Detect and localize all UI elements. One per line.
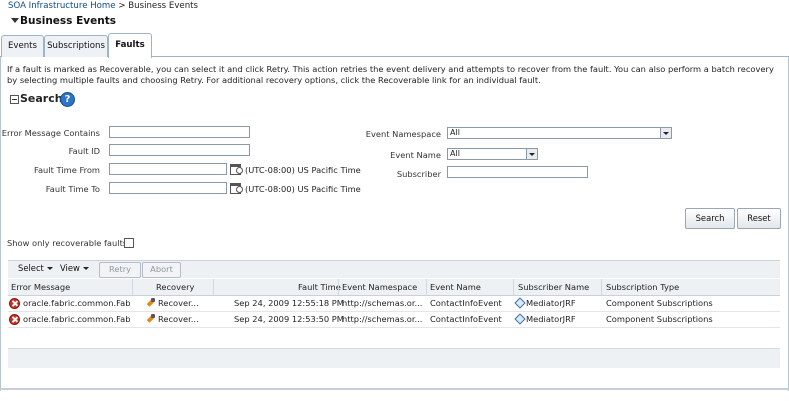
faults-description: If a fault is marked as Recoverable, you… <box>7 64 774 85</box>
recoverable-filter-label: Show only recoverable faults <box>7 238 128 248</box>
event-namespace-cell: http://schemas.or... <box>342 314 423 324</box>
error-icon <box>9 314 20 325</box>
page-header: Business Events <box>0 11 789 31</box>
subscriber-input[interactable] <box>447 166 588 178</box>
error-message-link[interactable]: oracle.fabric.common.Fabri <box>23 298 131 308</box>
error-message-link[interactable]: oracle.fabric.common.Fabri <box>23 314 131 324</box>
error-message-label: Error Message Contains <box>1 128 100 138</box>
col-event-name[interactable]: Event Name <box>430 282 481 292</box>
table-footer <box>8 348 780 368</box>
col-recovery[interactable]: Recovery <box>156 282 194 292</box>
subscriber-link[interactable]: MediatorJRF <box>526 314 576 324</box>
mediator-icon <box>515 314 525 324</box>
fault-time-to-label: Fault Time To <box>45 184 100 194</box>
chevron-down-icon <box>526 149 537 159</box>
breadcrumb-current: Business Events <box>128 1 198 11</box>
error-icon <box>9 298 20 309</box>
select-menu[interactable]: Select <box>18 263 53 273</box>
fault-time-to-input[interactable] <box>109 182 227 194</box>
col-event-namespace[interactable]: Event Namespace <box>342 282 417 292</box>
abort-button[interactable]: Abort <box>142 262 181 278</box>
mediator-icon <box>515 298 525 308</box>
subscriber-label: Subscriber <box>396 169 441 179</box>
event-name-value: All <box>450 149 460 158</box>
table-toolbar: Select View Retry Abort <box>8 260 780 278</box>
breadcrumb: SOA Infrastructure Home > Business Event… <box>8 1 198 11</box>
tab-subscriptions[interactable]: Subscriptions <box>44 35 108 57</box>
fault-time-from-label: Fault Time From <box>33 165 100 175</box>
search-title: Search <box>20 92 63 105</box>
col-subscriber-name[interactable]: Subscriber Name <box>518 282 589 292</box>
event-namespace-select[interactable]: All <box>447 127 672 139</box>
retry-button[interactable]: Retry <box>99 262 141 278</box>
breadcrumb-separator: > <box>118 1 126 11</box>
fault-id-label: Fault ID <box>68 146 100 156</box>
page-title: Business Events <box>20 15 116 27</box>
content-frame <box>0 57 789 391</box>
recoverable-filter-checkbox[interactable] <box>124 238 134 248</box>
breadcrumb-home-link[interactable]: SOA Infrastructure Home <box>8 1 116 11</box>
event-name-cell: ContactInfoEvent <box>430 298 502 308</box>
search-button[interactable]: Search <box>685 208 735 229</box>
calendar-icon[interactable] <box>230 163 243 175</box>
tab-events[interactable]: Events <box>1 35 44 57</box>
collapse-minus-icon[interactable] <box>10 95 19 104</box>
col-fault-time[interactable]: Fault Time <box>298 282 341 292</box>
select-menu-label: Select <box>18 263 44 273</box>
event-name-select[interactable]: All <box>447 148 538 160</box>
table-row[interactable]: oracle.fabric.common.Fabri Recover... Se… <box>8 312 780 328</box>
subscription-type-cell: Component Subscriptions <box>606 298 713 308</box>
help-icon[interactable]: ? <box>60 92 75 107</box>
subscriber-link[interactable]: MediatorJRF <box>526 298 576 308</box>
recovery-icon <box>146 298 156 308</box>
reset-button[interactable]: Reset <box>737 208 781 229</box>
fault-time-cell: Sep 24, 2009 12:55:18 PM <box>234 298 344 308</box>
col-error-message[interactable]: Error Message <box>11 282 70 292</box>
timezone-to-label: (UTC-08:00) US Pacific Time <box>245 184 361 194</box>
fault-time-from-input[interactable] <box>109 163 227 175</box>
event-name-label: Event Name <box>390 150 441 160</box>
error-message-input[interactable] <box>109 126 250 138</box>
table-header: Error Message Recovery Fault Time Event … <box>8 279 780 296</box>
chevron-down-icon <box>46 267 53 270</box>
recovery-link[interactable]: Recover... <box>158 298 199 308</box>
fault-time-cell: Sep 24, 2009 12:53:50 PM <box>234 314 344 324</box>
event-namespace-label: Event Namespace <box>365 129 441 139</box>
recovery-icon <box>146 314 156 324</box>
fault-id-input[interactable] <box>109 144 250 156</box>
page-bottom-divider <box>0 388 789 390</box>
timezone-from-label: (UTC-08:00) US Pacific Time <box>245 165 361 175</box>
table-row[interactable]: oracle.fabric.common.Fabri Recover... Se… <box>8 296 780 312</box>
view-menu-label: View <box>60 263 80 273</box>
calendar-icon[interactable] <box>230 182 243 194</box>
subscription-type-cell: Component Subscriptions <box>606 314 713 324</box>
tab-faults[interactable]: Faults <box>108 33 152 58</box>
event-namespace-value: All <box>450 128 460 137</box>
chevron-down-icon <box>82 267 89 270</box>
view-menu[interactable]: View <box>60 263 89 273</box>
tab-bar: Events Subscriptions Faults <box>0 33 789 58</box>
chevron-down-icon <box>660 128 671 138</box>
col-subscription-type[interactable]: Subscription Type <box>606 282 679 292</box>
event-namespace-cell: http://schemas.or... <box>342 298 423 308</box>
event-name-cell: ContactInfoEvent <box>430 314 502 324</box>
recovery-link[interactable]: Recover... <box>158 314 199 324</box>
collapse-triangle-icon[interactable] <box>11 18 19 23</box>
